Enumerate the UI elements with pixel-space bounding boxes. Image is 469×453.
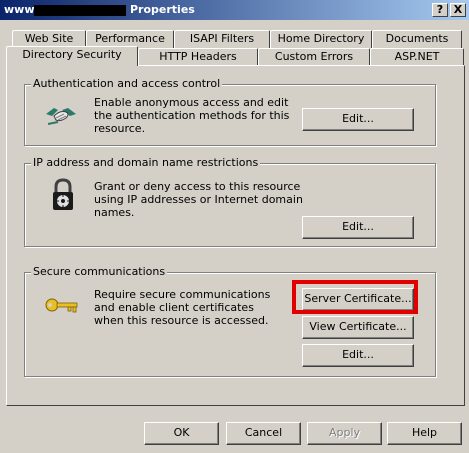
- help-title-button[interactable]: ?: [432, 3, 448, 17]
- secure-group-title: Secure communications: [31, 265, 168, 278]
- tab-asp-net[interactable]: ASP.NET: [370, 48, 464, 66]
- key-icon: [44, 296, 80, 319]
- tab-isapi-filters[interactable]: ISAPI Filters: [174, 30, 270, 48]
- ip-edit-button[interactable]: Edit...: [302, 216, 414, 239]
- tab-documents[interactable]: Documents: [372, 30, 462, 48]
- close-button[interactable]: X: [450, 3, 466, 17]
- help-button[interactable]: Help: [387, 422, 462, 445]
- window-title: Properties: [130, 3, 195, 16]
- tab-directory-security[interactable]: Directory Security: [6, 46, 138, 66]
- redacted-site-name: [34, 5, 126, 16]
- view-certificate-button[interactable]: View Certificate...: [302, 316, 414, 339]
- ip-group-title: IP address and domain name restrictions: [31, 156, 261, 169]
- ok-button[interactable]: OK: [144, 422, 219, 445]
- apply-button[interactable]: Apply: [307, 422, 382, 445]
- secure-edit-button[interactable]: Edit...: [302, 344, 414, 367]
- ip-description: Grant or deny access to this resource us…: [94, 180, 303, 219]
- tab-home-directory[interactable]: Home Directory: [270, 30, 372, 48]
- tab-http-headers[interactable]: HTTP Headers: [138, 48, 258, 66]
- auth-group-title: Authentication and access control: [31, 77, 223, 90]
- title-bar: www Properties ? X: [0, 0, 469, 20]
- auth-edit-button[interactable]: Edit...: [302, 108, 414, 131]
- padlock-icon: [50, 178, 76, 215]
- server-certificate-highlight: [292, 280, 418, 314]
- auth-description: Enable anonymous access and edit the aut…: [94, 96, 290, 135]
- title-prefix: www: [4, 3, 35, 16]
- secure-description: Require secure communications and enable…: [94, 288, 271, 327]
- handshake-icon: [44, 100, 78, 133]
- cancel-button[interactable]: Cancel: [226, 422, 301, 445]
- tab-custom-errors[interactable]: Custom Errors: [258, 48, 370, 66]
